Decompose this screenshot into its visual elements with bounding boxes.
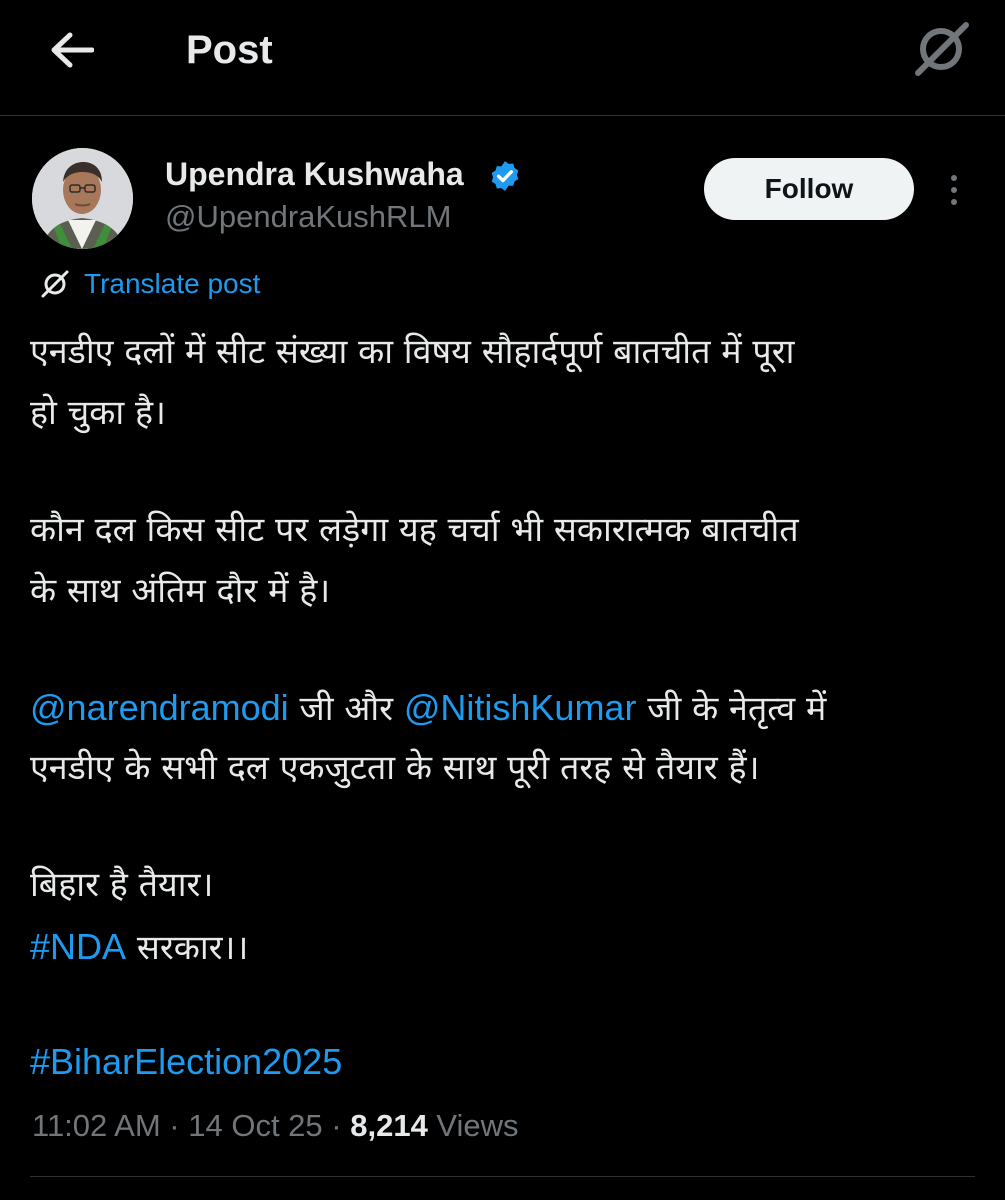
hashtag-link[interactable]: #BiharElection2025 bbox=[30, 1041, 342, 1082]
top-bar: Post bbox=[0, 0, 1005, 116]
post-text-line: #BiharElection2025 bbox=[30, 1031, 980, 1094]
post-date[interactable]: 14 Oct 25 bbox=[188, 1108, 322, 1143]
post-text-line: @narendramodi जी और @NitishKumar जी के न… bbox=[30, 677, 980, 740]
post-text-line: एनडीए के सभी दल एकजुटता के साथ पूरी तरह … bbox=[30, 748, 760, 788]
meta-separator: · bbox=[322, 1108, 351, 1143]
arrow-left-icon bbox=[51, 32, 94, 68]
more-vertical-icon-dot bbox=[951, 187, 957, 193]
post-text-fragment: जी के नेतृत्व में bbox=[636, 689, 827, 729]
grok-button[interactable] bbox=[908, 18, 974, 80]
views-label: Views bbox=[427, 1108, 519, 1143]
back-button[interactable] bbox=[40, 22, 104, 78]
mention-link[interactable]: @narendramodi bbox=[30, 687, 289, 728]
grok-translate-icon bbox=[41, 270, 69, 298]
post-text-fragment: जी और bbox=[288, 689, 404, 729]
post-text-line: बिहार है तैयार। bbox=[30, 865, 214, 905]
hashtag-link[interactable]: #NDA bbox=[30, 926, 126, 967]
follow-button[interactable]: Follow bbox=[704, 158, 914, 220]
post-text-line: के साथ अंतिम दौर में है। bbox=[30, 571, 331, 611]
profile-photo bbox=[32, 148, 133, 249]
post-text-line: कौन दल किस सीट पर लड़ेगा यह चर्चा भी सका… bbox=[30, 510, 799, 550]
post-text-line: हो चुका है। bbox=[30, 393, 166, 433]
more-vertical-icon-dot bbox=[951, 199, 957, 205]
translate-post-button[interactable]: Translate post bbox=[40, 264, 260, 304]
grok-icon bbox=[915, 22, 969, 76]
page-title: Post bbox=[186, 28, 273, 72]
author-name[interactable]: Upendra Kushwaha bbox=[165, 154, 464, 194]
post-text-fragment: सरकार।। bbox=[126, 928, 249, 968]
meta-separator: · bbox=[160, 1108, 189, 1143]
post-meta: 11:02 AM · 14 Oct 25 · 8,214 Views bbox=[32, 1104, 519, 1148]
post-text-line: एनडीए दलों में सीट संख्या का विषय सौहार्… bbox=[30, 332, 795, 372]
translate-post-label: Translate post bbox=[84, 268, 261, 299]
post-text-line: #NDA सरकार।। bbox=[30, 916, 980, 979]
mention-link[interactable]: @NitishKumar bbox=[404, 687, 637, 728]
author-handle[interactable]: @UpendraKushRLM bbox=[165, 197, 452, 237]
more-options-button[interactable] bbox=[936, 170, 972, 210]
views-count[interactable]: 8,214 bbox=[350, 1108, 428, 1143]
divider bbox=[30, 1176, 975, 1177]
more-vertical-icon-dot bbox=[951, 175, 957, 181]
avatar[interactable] bbox=[32, 148, 133, 249]
verified-badge-icon bbox=[491, 161, 519, 191]
post-time: 11:02 AM bbox=[32, 1108, 161, 1143]
